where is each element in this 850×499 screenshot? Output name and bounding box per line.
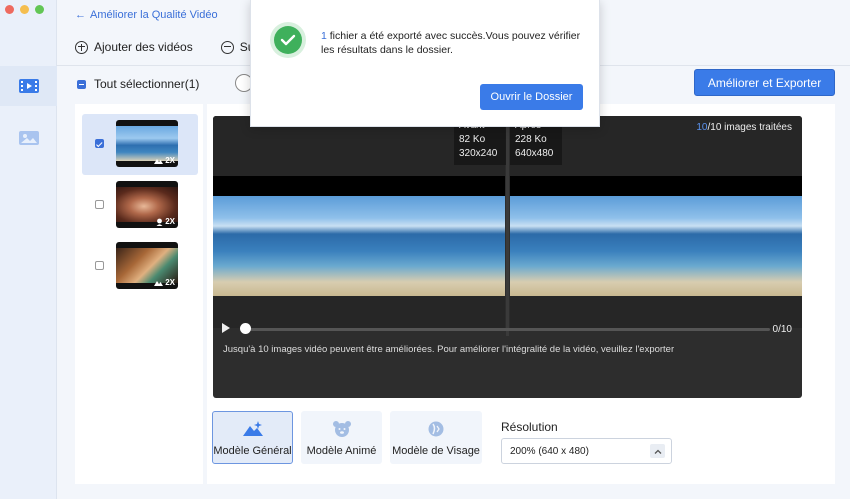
processed-count: 10 <box>696 122 708 133</box>
upscale-badge: 2X <box>154 156 175 165</box>
dialog-message: 1 fichier a été exporté avec succès.Vous… <box>321 29 593 57</box>
close-window-button[interactable] <box>5 5 14 14</box>
select-all-label: Tout sélectionner(1) <box>94 77 200 91</box>
processed-counter: 10/10 images traitées <box>696 122 792 133</box>
face-profile-icon <box>428 421 444 437</box>
toolbar: Ajouter des vidéos Supp <box>75 40 268 54</box>
resolution-select[interactable]: 200% (640 x 480) <box>501 438 672 464</box>
item-checkbox[interactable] <box>95 200 104 209</box>
processed-suffix: /10 images traitées <box>707 122 793 133</box>
compare-split-divider[interactable] <box>506 116 509 336</box>
item-checkbox[interactable] <box>95 139 104 148</box>
chevron-up-icon[interactable] <box>650 444 665 458</box>
model-face-button[interactable]: Modèle de Visage <box>390 411 482 464</box>
model-general-label: Modèle Général <box>213 445 292 457</box>
video-thumbnail: 2X <box>116 181 178 228</box>
play-icon[interactable] <box>222 323 230 333</box>
dialog-message-text: fichier a été exporté avec succès.Vous p… <box>321 30 581 56</box>
back-link-label: Améliorer la Qualité Vidéo <box>90 9 218 21</box>
app-sidebar <box>0 0 57 499</box>
minimize-window-button[interactable] <box>20 5 29 14</box>
video-thumbnail-list: 2X 2X 2X <box>75 104 203 484</box>
before-image <box>213 196 505 296</box>
before-dimensions: 320x240 <box>459 148 498 159</box>
video-film-icon <box>18 79 39 93</box>
window-controls <box>5 5 44 14</box>
preview-notice: Jusqu'à 10 images vidéo peuvent être amé… <box>223 344 675 355</box>
upscale-badge: 2X <box>156 217 175 226</box>
select-all-toggle[interactable]: Tout sélectionner(1) <box>77 77 199 91</box>
after-size: 228 Ko <box>515 134 547 145</box>
resolution-label: Résolution <box>501 420 558 434</box>
image-icon <box>18 131 39 145</box>
upscale-badge: 2X <box>154 278 175 287</box>
list-item[interactable]: 2X <box>82 175 198 236</box>
open-folder-button[interactable]: Ouvrir le Dossier <box>480 84 583 110</box>
list-item[interactable]: 2X <box>82 114 198 175</box>
frame-slider-track[interactable] <box>245 328 770 331</box>
comparison-preview: Avant 82 Ko 320x240 Après 228 Ko 640x480… <box>213 116 802 398</box>
export-success-dialog: 1 fichier a été exporté avec succès.Vous… <box>250 0 600 127</box>
model-general-button[interactable]: Modèle Général <box>212 411 293 464</box>
preview-panel: Avant 82 Ko 320x240 Après 228 Ko 640x480… <box>207 104 835 484</box>
add-videos-label: Ajouter des vidéos <box>94 40 193 54</box>
list-item[interactable]: 2X <box>82 236 198 297</box>
item-checkbox[interactable] <box>95 261 104 270</box>
model-anime-button[interactable]: Modèle Animé <box>301 411 382 464</box>
mountain-icon <box>154 159 164 164</box>
enhance-export-button[interactable]: Améliorer et Exporter <box>694 69 835 96</box>
after-image <box>510 196 802 296</box>
back-link[interactable]: ← Améliorer la Qualité Vidéo <box>75 9 218 21</box>
plus-circle-icon <box>75 40 88 54</box>
arrow-left-icon: ← <box>75 9 86 21</box>
zoom-window-button[interactable] <box>35 5 44 14</box>
partial-checkbox-icon <box>77 79 86 89</box>
model-selector: Modèle Général Modèle Animé Modèle de Vi… <box>212 411 482 464</box>
success-check-icon <box>270 22 306 58</box>
face-icon <box>156 218 163 226</box>
sidebar-item-photo-enhance[interactable] <box>0 118 57 158</box>
before-size: 82 Ko <box>459 134 486 145</box>
sidebar-item-video-enhance[interactable] <box>0 66 57 106</box>
resolution-value: 200% (640 x 480) <box>510 445 589 457</box>
landscape-sparkle-icon <box>242 421 263 436</box>
model-face-label: Modèle de Visage <box>392 445 480 457</box>
video-thumbnail: 2X <box>116 120 178 167</box>
after-dimensions: 640x480 <box>515 148 554 159</box>
minus-circle-icon <box>220 40 234 54</box>
bear-icon <box>332 421 351 437</box>
add-videos-button[interactable]: Ajouter des vidéos <box>75 40 193 54</box>
video-thumbnail: 2X <box>116 242 178 289</box>
mountain-icon <box>154 281 164 286</box>
model-anime-label: Modèle Animé <box>306 445 377 457</box>
playback-controls: 0/10 <box>213 320 802 338</box>
frame-counter: 0/10 <box>772 324 792 335</box>
frame-slider-knob[interactable] <box>240 323 251 334</box>
